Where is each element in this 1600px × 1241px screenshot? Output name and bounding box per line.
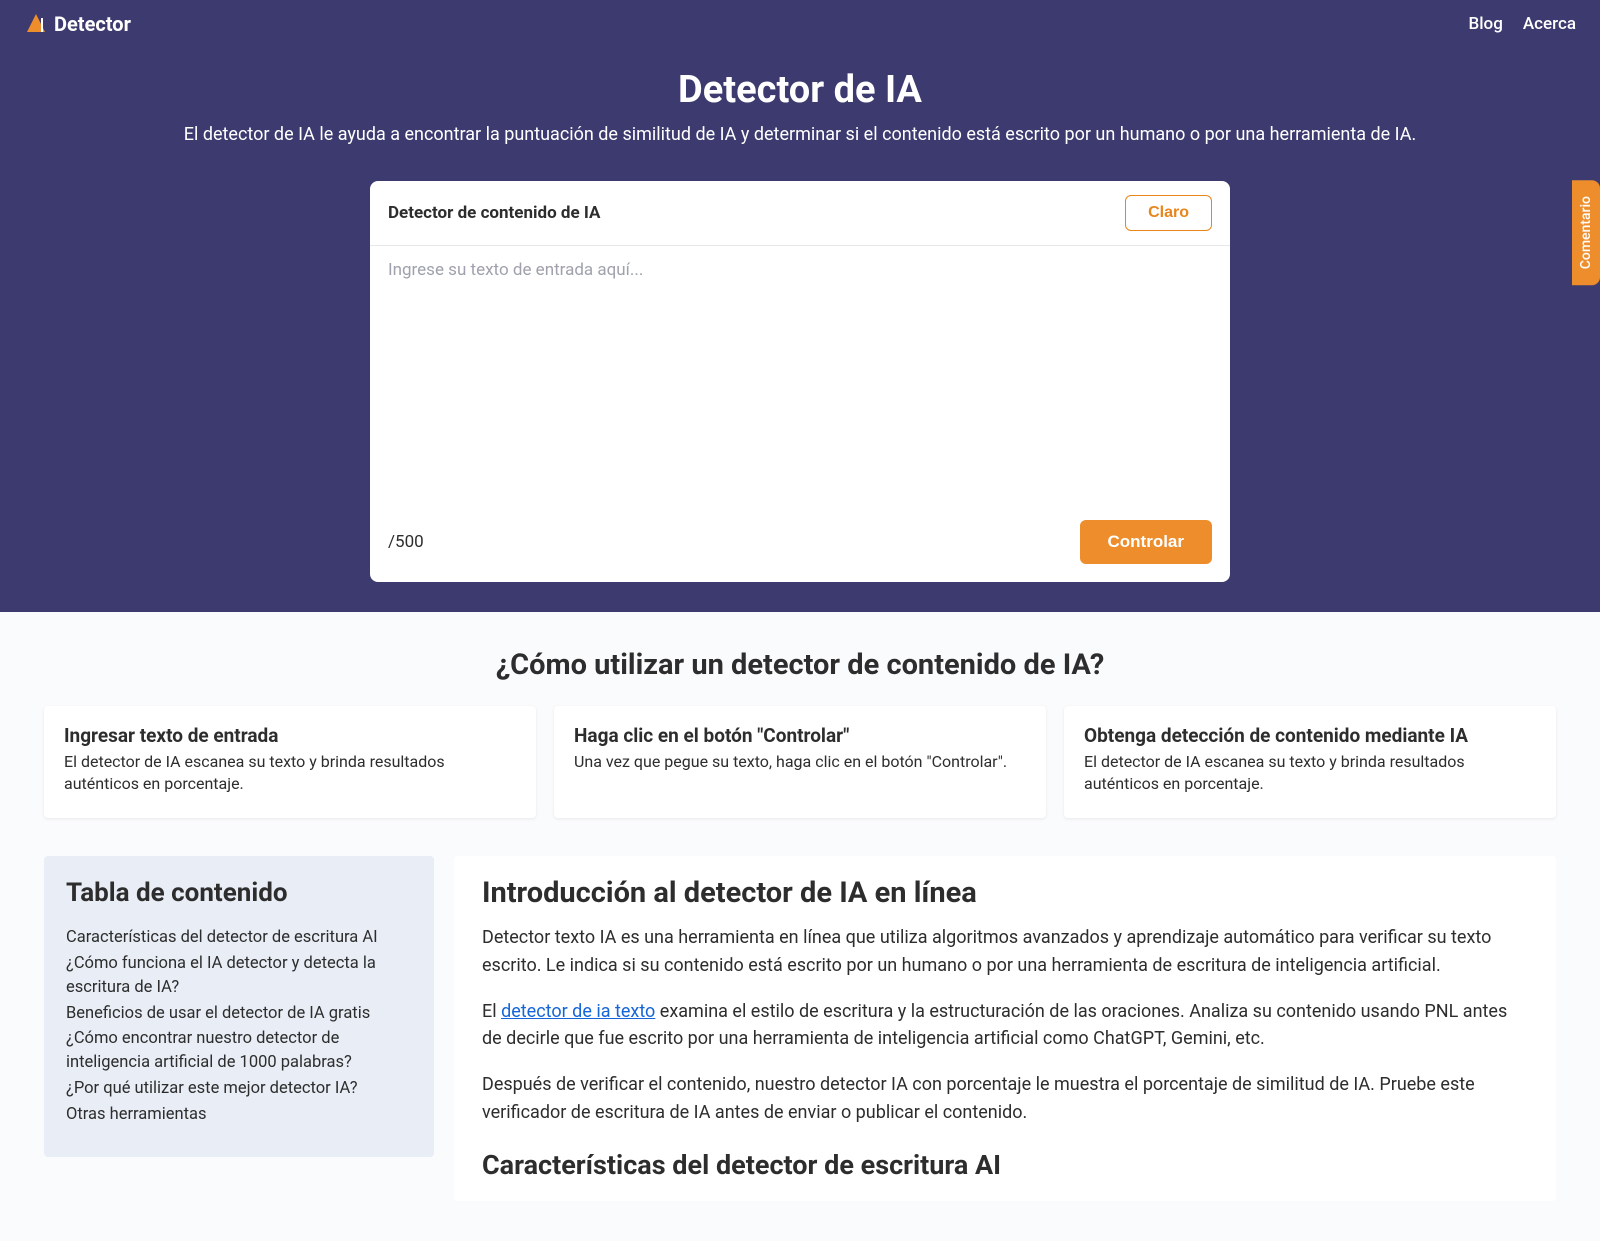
step-title: Obtenga detección de contenido mediante … [1084,724,1536,747]
step-card: Obtenga detección de contenido mediante … [1064,706,1556,818]
step-desc: El detector de IA escanea su texto y bri… [64,751,516,796]
detector-card: Detector de contenido de IA Claro /500 C… [370,181,1230,582]
table-of-contents: Tabla de contenido Características del d… [44,856,434,1157]
toc-title: Tabla de contenido [66,878,412,908]
toc-item[interactable]: ¿Cómo encontrar nuestro detector de inte… [66,1027,412,1075]
toc-item[interactable]: Beneficios de usar el detector de IA gra… [66,1002,412,1026]
howto-section: ¿Cómo utilizar un detector de contenido … [20,612,1580,838]
toc-item[interactable]: Características del detector de escritur… [66,926,412,950]
feedback-tab[interactable]: Comentario [1572,180,1600,285]
card-footer: /500 Controlar [370,508,1230,582]
article-paragraph: Después de verificar el contenido, nuest… [482,1071,1528,1127]
toc-item[interactable]: Otras herramientas [66,1103,412,1127]
logo[interactable]: Detector [24,12,131,36]
inline-link-detector[interactable]: detector de ia texto [501,1001,655,1022]
article: Introducción al detector de IA en línea … [454,856,1556,1201]
logo-icon [24,12,48,36]
topbar: Detector Blog Acerca [0,0,1600,48]
hero-section: Detector Blog Acerca Detector de IA El d… [0,0,1600,612]
article-paragraph: El detector de ia texto examina el estil… [482,998,1528,1054]
howto-title: ¿Cómo utilizar un detector de contenido … [44,648,1556,682]
nav: Blog Acerca [1468,14,1576,34]
article-heading: Introducción al detector de IA en línea [482,876,1528,910]
logo-text: Detector [54,12,131,36]
step-title: Haga clic en el botón "Controlar" [574,724,1026,747]
clear-button[interactable]: Claro [1125,195,1212,231]
toc-item[interactable]: ¿Por qué utilizar este mejor detector IA… [66,1077,412,1101]
card-title: Detector de contenido de IA [388,203,600,223]
card-header: Detector de contenido de IA Claro [370,181,1230,246]
step-title: Ingresar texto de entrada [64,724,516,747]
word-counter: /500 [388,532,424,552]
check-button[interactable]: Controlar [1080,520,1213,564]
article-subheading: Características del detector de escritur… [482,1149,1528,1181]
step-desc: El detector de IA escanea su texto y bri… [1084,751,1536,796]
step-card: Haga clic en el botón "Controlar" Una ve… [554,706,1046,818]
steps-row: Ingresar texto de entrada El detector de… [44,706,1556,818]
article-paragraph: Detector texto IA es una herramienta en … [482,924,1528,980]
page-subtitle: El detector de IA le ayuda a encontrar l… [0,124,1600,145]
page-title: Detector de IA [0,68,1600,112]
step-card: Ingresar texto de entrada El detector de… [44,706,536,818]
step-desc: Una vez que pegue su texto, haga clic en… [574,751,1026,773]
toc-item[interactable]: ¿Cómo funciona el IA detector y detecta … [66,952,412,1000]
nav-about[interactable]: Acerca [1523,14,1576,34]
nav-blog[interactable]: Blog [1468,14,1502,34]
main-content: Tabla de contenido Características del d… [20,856,1580,1241]
text-input[interactable] [388,260,1212,490]
